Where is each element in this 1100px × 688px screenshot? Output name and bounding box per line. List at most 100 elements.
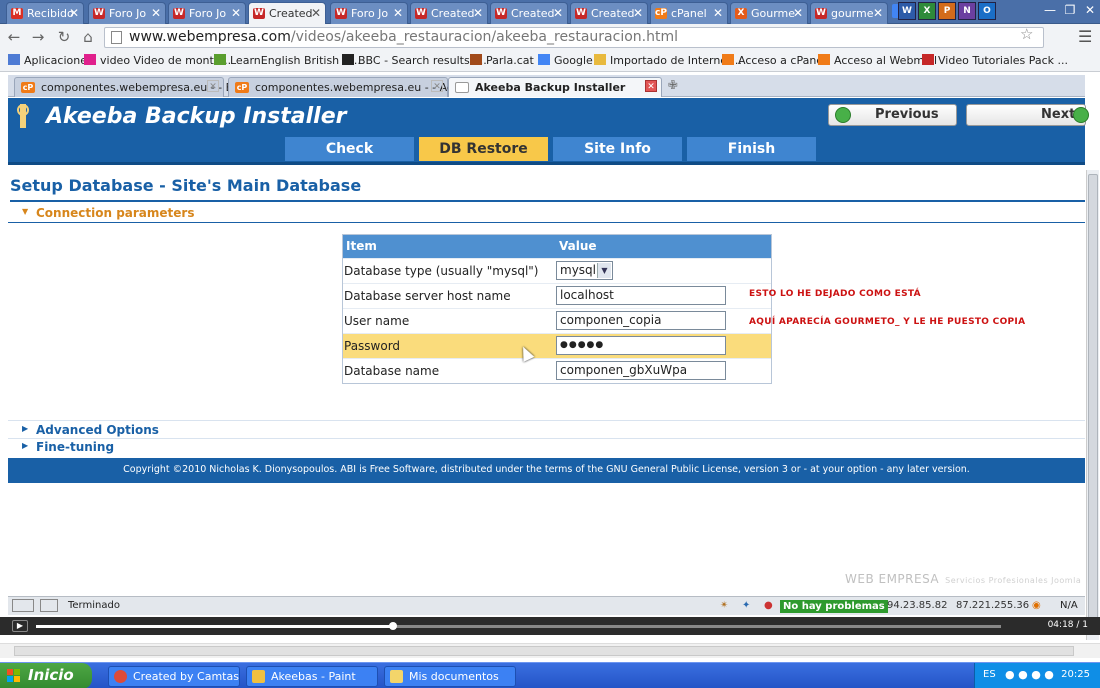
scroll-thumb[interactable]: [1088, 174, 1098, 624]
bookmark-item[interactable]: Google: [538, 54, 593, 67]
onenote-icon[interactable]: N: [958, 2, 976, 20]
start-label: Inicio: [28, 666, 74, 684]
database-name-input[interactable]: componen_gbXuWpa: [556, 361, 726, 380]
tab-favicon-icon: W: [173, 8, 185, 19]
close-tab-icon[interactable]: ✕: [553, 6, 563, 20]
close-tab-icon[interactable]: ✕: [713, 6, 723, 20]
forward-icon[interactable]: →: [28, 27, 48, 47]
next-button[interactable]: Next: [966, 104, 1089, 126]
url-host: www.webempresa.com: [129, 29, 291, 45]
section-fine-tuning[interactable]: ▶ Fine-tuning: [22, 440, 115, 454]
browser-tab[interactable]: W Created ✕: [570, 2, 648, 24]
row-label: Password: [344, 339, 401, 353]
close-tab-icon[interactable]: ✕: [69, 6, 79, 20]
horizontal-scrollbar[interactable]: [0, 643, 1100, 658]
tab-favicon-icon: W: [93, 8, 105, 19]
inner-tab-label: Akeeba Backup Installer: [475, 81, 626, 94]
browser-tab-label: gourme: [831, 7, 874, 20]
watermark-tagline: Servicios Profesionales Joomla: [945, 576, 1082, 585]
close-tab-icon[interactable]: ✕: [231, 6, 241, 20]
vertical-scrollbar[interactable]: [1086, 170, 1099, 640]
close-tab-icon[interactable]: ✕: [633, 6, 643, 20]
firefox-icon: ◉: [1032, 600, 1041, 611]
start-button[interactable]: Inicio: [0, 663, 92, 688]
browser-tab[interactable]: W Created ✕: [490, 2, 568, 24]
language-indicator[interactable]: ES: [983, 669, 996, 680]
bookmark-item[interactable]: Aplicaciones: [8, 54, 93, 67]
menu-icon[interactable]: ☰: [1078, 27, 1092, 46]
close-tab-icon[interactable]: ✕: [473, 6, 483, 20]
taskbar-item[interactable]: Mis documentos: [384, 666, 516, 687]
browser-tab[interactable]: W Created ✕: [248, 2, 326, 25]
browser-tab-label: Created: [431, 7, 475, 20]
close-tab-icon[interactable]: ✕: [873, 6, 883, 20]
play-icon[interactable]: ▶: [12, 620, 28, 632]
reload-icon[interactable]: ↻: [54, 27, 74, 47]
close-tab-icon[interactable]: ✕: [431, 80, 443, 92]
bookmark-item[interactable]: Importado de Internet...: [594, 54, 742, 67]
new-tab-icon[interactable]: ✙: [668, 78, 678, 92]
outlook-icon[interactable]: O: [978, 2, 996, 20]
inner-tab[interactable]: cP componentes.webempresa.eu - - Base...…: [14, 77, 263, 97]
bookmark-item[interactable]: Video Tutoriales Pack ...: [922, 54, 1068, 67]
close-tab-icon[interactable]: ✕: [207, 80, 219, 92]
host-name-input[interactable]: localhost: [556, 286, 726, 305]
url-path: /videos/akeeba_restauracion/akeeba_resta…: [290, 29, 678, 45]
screen: M Recibido ✕ W Foro Jo ✕ W Foro Jo ✕ W Created ✕ W Fo…: [0, 0, 1100, 688]
bookmark-item[interactable]: BBC - Search results f...: [342, 54, 487, 67]
seek-handle[interactable]: [389, 622, 398, 630]
browser-tab[interactable]: W Foro Jo ✕: [88, 2, 166, 24]
close-tab-icon[interactable]: ✕: [151, 6, 161, 20]
section-advanced-options[interactable]: ▶ Advanced Options: [22, 423, 159, 437]
bookmark-label: Acceso a cPanel: [738, 54, 827, 67]
bookmark-item[interactable]: video Video de monta...: [84, 54, 231, 67]
back-icon[interactable]: ←: [4, 27, 24, 47]
scroll-thumb[interactable]: [14, 646, 1074, 656]
inner-tab-active[interactable]: Akeeba Backup Installer ✕: [448, 77, 662, 97]
google-icon: [538, 54, 550, 65]
browser-tab[interactable]: cP cPanel ✕: [650, 2, 728, 24]
compass-icon: ✦: [742, 600, 751, 611]
browser-tab[interactable]: M Recibido ✕: [6, 2, 84, 24]
database-type-select[interactable]: mysql ▼: [556, 261, 613, 280]
browser-tab[interactable]: W Foro Jo ✕: [168, 2, 246, 24]
user-name-input[interactable]: componen_copia: [556, 311, 726, 330]
close-tab-icon[interactable]: ✕: [793, 6, 803, 20]
close-tab-icon[interactable]: ✕: [311, 6, 321, 20]
tab-favicon-icon: W: [335, 8, 347, 19]
maximize-icon[interactable]: ❐: [1060, 0, 1080, 20]
step-finish[interactable]: Finish: [687, 137, 816, 161]
browser-tab-label: Foro Jo: [189, 7, 227, 20]
minimize-icon[interactable]: —: [1040, 0, 1060, 20]
home-icon[interactable]: ⌂: [78, 27, 98, 47]
browser-tab[interactable]: W Created ✕: [410, 2, 488, 24]
inner-tab[interactable]: cP componentes.webempresa.eu - - Admi...…: [228, 77, 478, 97]
powerpoint-icon[interactable]: P: [938, 2, 956, 20]
browser-tab[interactable]: W Foro Jo ✕: [330, 2, 408, 24]
word-icon[interactable]: W: [898, 2, 916, 20]
page-icon: [111, 31, 122, 44]
section-label: Fine-tuning: [36, 440, 115, 454]
address-bar[interactable]: www.webempresa.com/videos/akeeba_restaur…: [104, 27, 1044, 48]
taskbar-item[interactable]: Created by Camtasia ...: [108, 666, 240, 687]
step-site-info[interactable]: Site Info: [553, 137, 682, 161]
table-row: User name componen_copia: [343, 308, 771, 333]
bookmark-star-icon[interactable]: ☆: [1020, 25, 1033, 43]
excel-icon[interactable]: X: [918, 2, 936, 20]
close-tab-icon[interactable]: ✕: [645, 80, 657, 92]
bookmark-item[interactable]: Parla.cat: [470, 54, 534, 67]
step-db-restore[interactable]: DB Restore: [419, 137, 548, 161]
step-check[interactable]: Check: [285, 137, 414, 161]
bookmark-item[interactable]: Acceso a cPanel: [722, 54, 826, 67]
bookmark-item[interactable]: LearnEnglish British C...: [214, 54, 361, 67]
close-tab-icon[interactable]: ✕: [393, 6, 403, 20]
bookmark-item[interactable]: Acceso al Webmail: [818, 54, 937, 67]
previous-button[interactable]: Previous: [828, 104, 957, 126]
browser-tab[interactable]: Wgourme ✕: [810, 2, 888, 24]
password-input[interactable]: ●●●●●: [556, 336, 726, 355]
taskbar-item[interactable]: Akeebas - Paint: [246, 666, 378, 687]
section-connection-parameters[interactable]: ▼ Connection parameters: [22, 206, 194, 220]
divider: [8, 420, 1085, 421]
browser-tab[interactable]: X Gourme ✕: [730, 2, 808, 24]
close-icon[interactable]: ✕: [1080, 0, 1100, 20]
